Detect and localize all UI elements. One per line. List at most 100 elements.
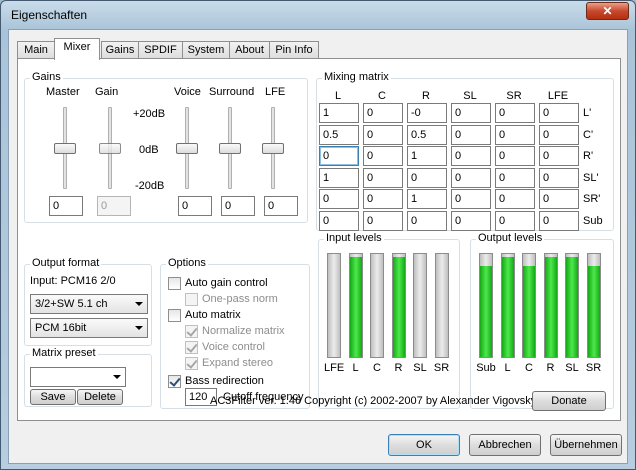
output-level-meter-label: SL — [565, 362, 579, 374]
matrix-cell[interactable]: 0 — [539, 210, 579, 231]
matrix-cell[interactable]: 0 — [363, 124, 403, 145]
channels-select[interactable]: 3/2+SW 5.1 ch — [30, 294, 148, 314]
expand-stereo-check[interactable] — [185, 357, 198, 370]
matrix-cell[interactable]: 0 — [451, 146, 491, 166]
preset-save-button[interactable]: Save — [30, 389, 76, 405]
matrix-cell[interactable]: 0 — [539, 103, 579, 123]
matrix-cell[interactable]: 0 — [319, 210, 359, 231]
gain-field[interactable]: 0 — [97, 196, 131, 216]
surround-gain-field[interactable]: 0 — [221, 196, 255, 216]
matrix-cell[interactable]: 0 — [539, 146, 579, 166]
matrix-cell[interactable]: 0 — [319, 189, 359, 209]
matrix-cell[interactable]: 0 — [363, 210, 403, 231]
matrix-cell[interactable]: 0 — [407, 167, 447, 188]
voice-gain-field[interactable]: 0 — [178, 196, 212, 216]
matrix-cell[interactable]: 1 — [407, 189, 447, 209]
voice-control-label: Voice control — [202, 341, 265, 353]
preset-delete-button[interactable]: Delete — [77, 389, 123, 405]
sample-format-value: PCM 16bit — [35, 322, 87, 334]
close-button[interactable]: ✕ — [586, 2, 629, 20]
matrix-cell[interactable]: 0.5 — [319, 124, 359, 145]
matrix-cell[interactable]: 0 — [495, 124, 535, 145]
input-level-meter-fill — [349, 257, 362, 357]
gain-slider-thumb[interactable] — [99, 143, 121, 154]
tab-pin-info[interactable]: Pin Info — [269, 41, 319, 59]
matrix-cell[interactable]: 1 — [319, 103, 359, 123]
surround-slider-thumb[interactable] — [219, 143, 241, 154]
donate-button[interactable]: Donate — [532, 391, 606, 411]
matrix-cell[interactable]: 0 — [363, 103, 403, 123]
output-level-meter-label: C — [525, 362, 533, 374]
scale-top-label: +20dB — [133, 108, 166, 120]
matrix-preset-select[interactable] — [30, 367, 126, 387]
gains-title: Gains — [30, 71, 63, 83]
matrix-col-lfe: LFE — [547, 90, 569, 102]
properties-window: Eigenschaften ✕ Main Mixer Gains SPDIF S… — [0, 0, 636, 470]
matrix-preset-title: Matrix preset — [30, 347, 98, 359]
tab-gains[interactable]: Gains — [101, 41, 139, 59]
options-title: Options — [166, 257, 208, 269]
title-bar[interactable]: Eigenschaften ✕ — [1, 1, 635, 29]
auto-gain-check[interactable] — [168, 277, 181, 290]
matrix-cell[interactable]: 0 — [407, 210, 447, 231]
matrix-cell[interactable]: 0 — [451, 103, 491, 123]
output-levels-group: Output levels Sub L C R SL SR — [470, 232, 614, 409]
voice-slider-thumb[interactable] — [176, 143, 198, 154]
voice-control-check[interactable] — [185, 341, 198, 354]
input-level-meter — [434, 253, 449, 358]
matrix-cell[interactable]: 0 — [451, 189, 491, 209]
matrix-row-label: C' — [583, 128, 594, 141]
matrix-cell[interactable]: 0 — [495, 103, 535, 123]
normalize-matrix-check[interactable] — [185, 325, 198, 338]
input-level-meter — [413, 253, 427, 358]
tab-system[interactable]: System — [182, 41, 230, 59]
matrix-cell[interactable]: 0 — [495, 189, 535, 209]
matrix-cell[interactable]: 0 — [495, 210, 535, 231]
matrix-col-sl: SL — [463, 90, 477, 102]
output-level-meter-fill — [501, 257, 514, 357]
matrix-cell[interactable]: 0 — [363, 167, 403, 188]
master-label: Master — [46, 86, 80, 98]
cancel-button[interactable]: Abbrechen — [469, 434, 541, 456]
lfe-slider-thumb[interactable] — [262, 143, 284, 154]
matrix-cell[interactable]: 0 — [495, 167, 535, 188]
matrix-cell[interactable]: 0 — [451, 167, 491, 188]
matrix-cell[interactable]: 0 — [451, 210, 491, 231]
matrix-cell[interactable]: 0 — [363, 146, 403, 166]
tab-mixer[interactable]: Mixer — [54, 38, 100, 60]
matrix-cell[interactable]: 0 — [495, 146, 535, 166]
apply-button[interactable]: Übernehmen — [550, 434, 622, 456]
gain-label: Gain — [95, 86, 119, 98]
matrix-col-l: L — [334, 90, 342, 102]
matrix-cell[interactable]: -0 — [407, 103, 447, 123]
tab-main[interactable]: Main — [17, 41, 55, 59]
scale-bottom-label: -20dB — [135, 180, 165, 192]
auto-gain-label: Auto gain control — [185, 277, 268, 289]
one-pass-check[interactable] — [185, 293, 198, 306]
output-format-title: Output format — [30, 257, 102, 269]
matrix-cell[interactable]: 0 — [363, 189, 403, 209]
matrix-cell[interactable]: 0 — [451, 124, 491, 145]
matrix-cell[interactable]: 0 — [319, 146, 359, 166]
auto-matrix-check[interactable] — [168, 309, 181, 322]
matrix-cell[interactable]: 0 — [539, 167, 579, 188]
master-slider-thumb[interactable] — [54, 143, 76, 154]
lfe-gain-field[interactable]: 0 — [264, 196, 298, 216]
output-level-meter — [586, 253, 601, 358]
master-gain-field[interactable]: 0 — [49, 196, 83, 216]
output-level-meter-fill — [587, 266, 600, 357]
output-levels-title: Output levels — [476, 232, 545, 244]
one-pass-label: One-pass norm — [202, 293, 278, 305]
matrix-cell[interactable]: 0 — [539, 124, 579, 145]
matrix-cell[interactable]: 1 — [407, 146, 447, 166]
matrix-cell[interactable]: 0.5 — [407, 124, 447, 145]
matrix-cell[interactable]: 0 — [539, 189, 579, 209]
bass-redirection-check[interactable] — [168, 375, 181, 388]
tab-spdif[interactable]: SPDIF — [138, 41, 183, 59]
sample-format-select[interactable]: PCM 16bit — [30, 318, 148, 338]
input-level-meter — [370, 253, 384, 358]
ok-button[interactable]: OK — [388, 434, 460, 456]
tab-about[interactable]: About — [229, 41, 270, 59]
matrix-row-label: R' — [583, 150, 594, 162]
matrix-cell[interactable]: 1 — [319, 167, 359, 188]
